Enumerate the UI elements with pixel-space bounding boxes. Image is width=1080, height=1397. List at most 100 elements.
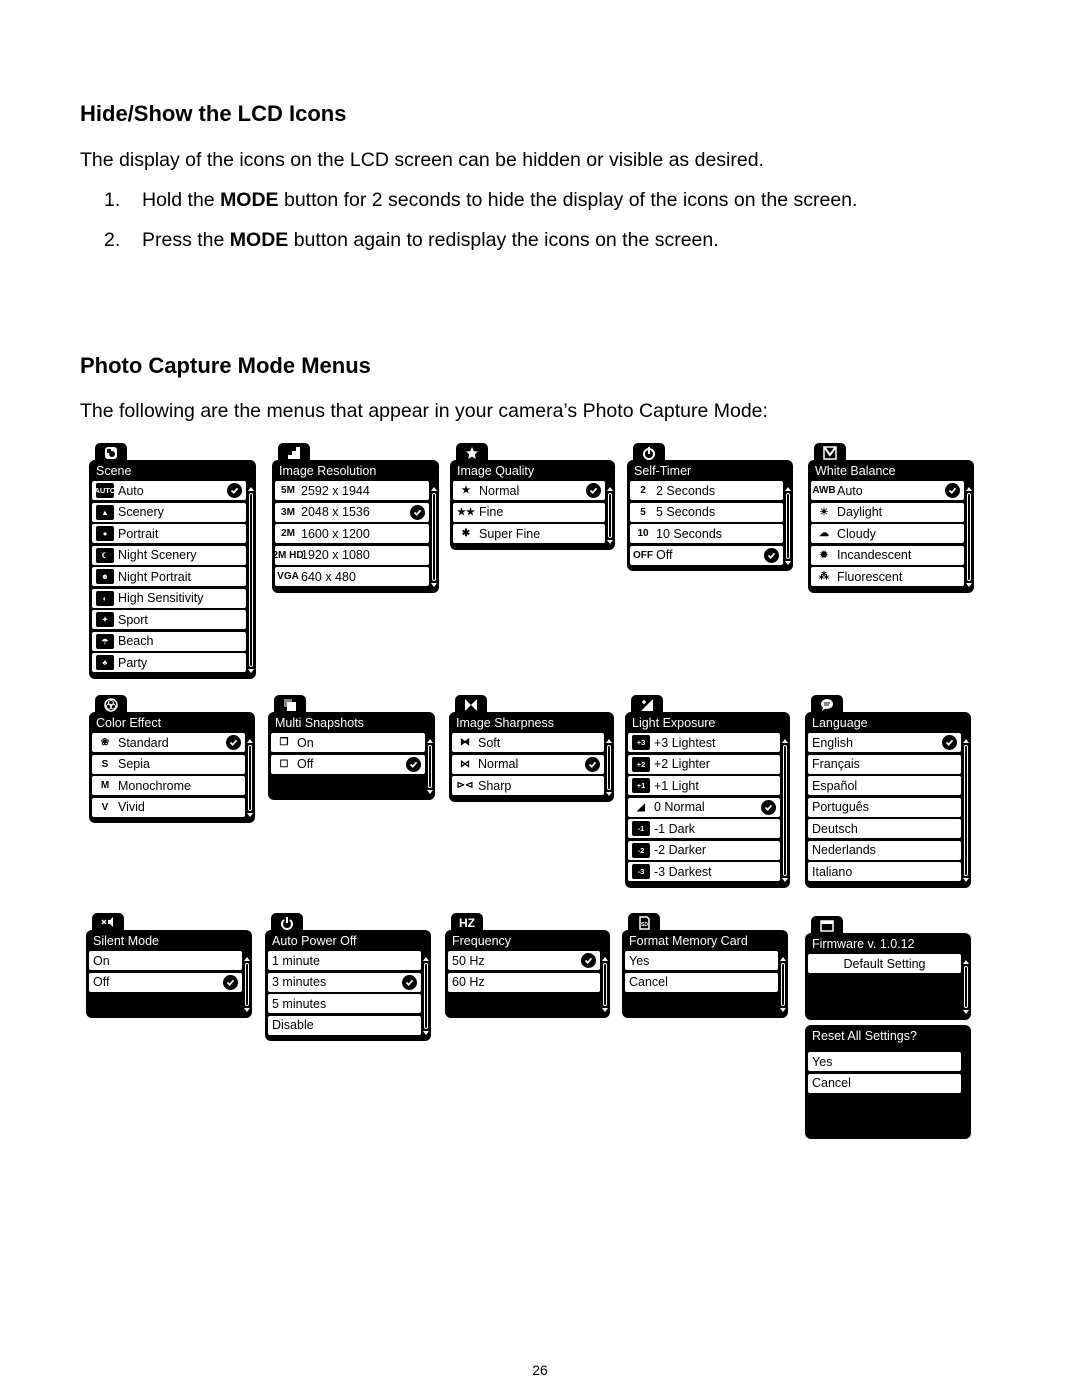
scroll-track[interactable] — [249, 493, 253, 667]
scroll-down-arrow-icon[interactable] — [248, 668, 254, 673]
menu-option[interactable]: ❐ On — [271, 733, 425, 752]
scroll-track[interactable] — [603, 963, 607, 1006]
scroll-down-arrow-icon[interactable] — [963, 1009, 969, 1014]
scroll-down-arrow-icon[interactable] — [782, 877, 788, 882]
scrollbar[interactable] — [966, 487, 972, 587]
menu-option[interactable]: OFF Off — [630, 545, 783, 565]
menu-option[interactable]: Cancel — [625, 972, 778, 992]
scrollbar[interactable] — [963, 739, 969, 882]
menu-option[interactable]: 50 Hz — [448, 951, 600, 970]
menu-option[interactable]: +3 +3 Lightest — [628, 733, 780, 752]
menu-option[interactable]: AWB Auto — [811, 481, 964, 500]
scroll-down-arrow-icon[interactable] — [607, 539, 613, 544]
menu-option[interactable]: S Sepia — [92, 754, 245, 774]
menu-option[interactable]: ☁ Cloudy — [811, 524, 964, 543]
menu-option[interactable]: ★ Normal — [453, 481, 605, 500]
scroll-down-arrow-icon[interactable] — [966, 582, 972, 587]
scroll-track[interactable] — [424, 963, 428, 1029]
menu-option[interactable]: ✦ Sport — [92, 610, 246, 629]
menu-option[interactable]: ☻ Night Portrait — [92, 567, 246, 586]
menu-option[interactable]: 3 minutes — [268, 972, 421, 992]
menu-option[interactable]: ❀ Standard — [92, 733, 245, 752]
menu-option[interactable]: 5 minutes — [268, 994, 421, 1013]
menu-option[interactable]: English — [808, 733, 961, 752]
scroll-up-arrow-icon[interactable] — [423, 957, 429, 961]
menu-option[interactable]: On — [89, 951, 242, 970]
scroll-up-arrow-icon[interactable] — [427, 739, 433, 743]
scrollbar[interactable] — [602, 957, 608, 1012]
menu-option[interactable]: Yes — [625, 951, 778, 970]
menu-option[interactable]: ☾ Night Scenery — [92, 545, 246, 565]
scroll-up-arrow-icon[interactable] — [782, 739, 788, 743]
scrollbar[interactable] — [247, 739, 253, 817]
menu-option[interactable]: ⁂ Fluorescent — [811, 567, 964, 586]
scroll-track[interactable] — [786, 493, 790, 559]
scroll-up-arrow-icon[interactable] — [785, 487, 791, 491]
menu-option[interactable]: Nederlands — [808, 840, 961, 860]
menu-option[interactable]: ★★ Fine — [453, 502, 605, 522]
scroll-track[interactable] — [781, 963, 785, 1006]
scroll-down-arrow-icon[interactable] — [780, 1008, 786, 1012]
menu-option[interactable]: Off — [89, 972, 242, 992]
scroll-up-arrow-icon[interactable] — [602, 957, 608, 961]
menu-option[interactable]: +1 +1 Light — [628, 776, 780, 795]
menu-option[interactable]: Disable — [268, 1015, 421, 1035]
scrollbar[interactable] — [780, 957, 786, 1012]
scroll-track[interactable] — [608, 493, 612, 538]
scrollbar[interactable] — [248, 487, 254, 673]
menu-option[interactable]: ⧓ Soft — [452, 733, 604, 752]
scrollbar[interactable] — [423, 957, 429, 1035]
scrollbar[interactable] — [782, 739, 788, 882]
menu-option[interactable]: 2M 1600 x 1200 — [275, 524, 429, 543]
menu-option[interactable]: 3M 2048 x 1536 — [275, 502, 429, 522]
scroll-down-arrow-icon[interactable] — [244, 1008, 250, 1012]
scroll-track[interactable] — [964, 966, 968, 1008]
scroll-down-arrow-icon[interactable] — [785, 561, 791, 565]
menu-option[interactable]: ☂ Beach — [92, 631, 246, 651]
menu-option[interactable]: Español — [808, 776, 961, 795]
menu-option[interactable]: ☐ Off — [271, 754, 425, 774]
scrollbar[interactable] — [431, 487, 437, 587]
menu-option[interactable]: ☀ Daylight — [811, 502, 964, 522]
scroll-up-arrow-icon[interactable] — [247, 739, 253, 743]
scroll-down-arrow-icon[interactable] — [427, 790, 433, 794]
scrollbar[interactable] — [785, 487, 791, 565]
menu-option[interactable]: VGA 640 x 480 — [275, 567, 429, 586]
scroll-down-arrow-icon[interactable] — [423, 1031, 429, 1035]
scroll-up-arrow-icon[interactable] — [963, 960, 969, 964]
scroll-track[interactable] — [245, 963, 249, 1006]
scroll-up-arrow-icon[interactable] — [606, 739, 612, 743]
menu-option[interactable]: 1 minute — [268, 951, 421, 970]
scroll-down-arrow-icon[interactable] — [606, 791, 612, 796]
menu-option[interactable]: 10 10 Seconds — [630, 524, 783, 543]
scrollbar[interactable] — [427, 739, 433, 794]
menu-option[interactable]: ♣ Party — [92, 653, 246, 672]
scroll-track[interactable] — [783, 745, 787, 876]
scroll-track[interactable] — [967, 493, 971, 581]
menu-option[interactable]: ⋈ Normal — [452, 754, 604, 774]
menu-option[interactable]: 60 Hz — [448, 972, 600, 992]
menu-option[interactable]: ✹ Incandescent — [811, 545, 964, 565]
menu-option[interactable]: Italiano — [808, 862, 961, 881]
scrollbar[interactable] — [607, 487, 613, 544]
menu-option[interactable]: +2 +2 Lighter — [628, 754, 780, 774]
scroll-up-arrow-icon[interactable] — [431, 487, 437, 491]
menu-option[interactable]: Default Setting — [808, 954, 961, 973]
menu-option[interactable]: ⊳⊲ Sharp — [452, 776, 604, 795]
scroll-down-arrow-icon[interactable] — [431, 582, 437, 587]
scroll-down-arrow-icon[interactable] — [602, 1008, 608, 1012]
menu-option[interactable]: -1 -1 Dark — [628, 819, 780, 838]
menu-option[interactable]: ▲ Scenery — [92, 502, 246, 522]
menu-option[interactable]: 2M HD 1920 x 1080 — [272, 545, 429, 565]
menu-option[interactable]: ◐ High Sensitivity — [92, 588, 246, 608]
scroll-track[interactable] — [607, 745, 611, 790]
scroll-down-arrow-icon[interactable] — [963, 877, 969, 882]
scroll-up-arrow-icon[interactable] — [248, 487, 254, 491]
scroll-up-arrow-icon[interactable] — [966, 487, 972, 491]
scroll-track[interactable] — [428, 745, 432, 788]
menu-option[interactable]: 5M 2592 x 1944 — [275, 481, 429, 500]
menu-option[interactable]: Português — [808, 797, 961, 817]
menu-option[interactable]: Deutsch — [808, 819, 961, 838]
menu-option[interactable]: AUTO Auto — [92, 481, 246, 500]
scroll-track[interactable] — [248, 745, 252, 811]
